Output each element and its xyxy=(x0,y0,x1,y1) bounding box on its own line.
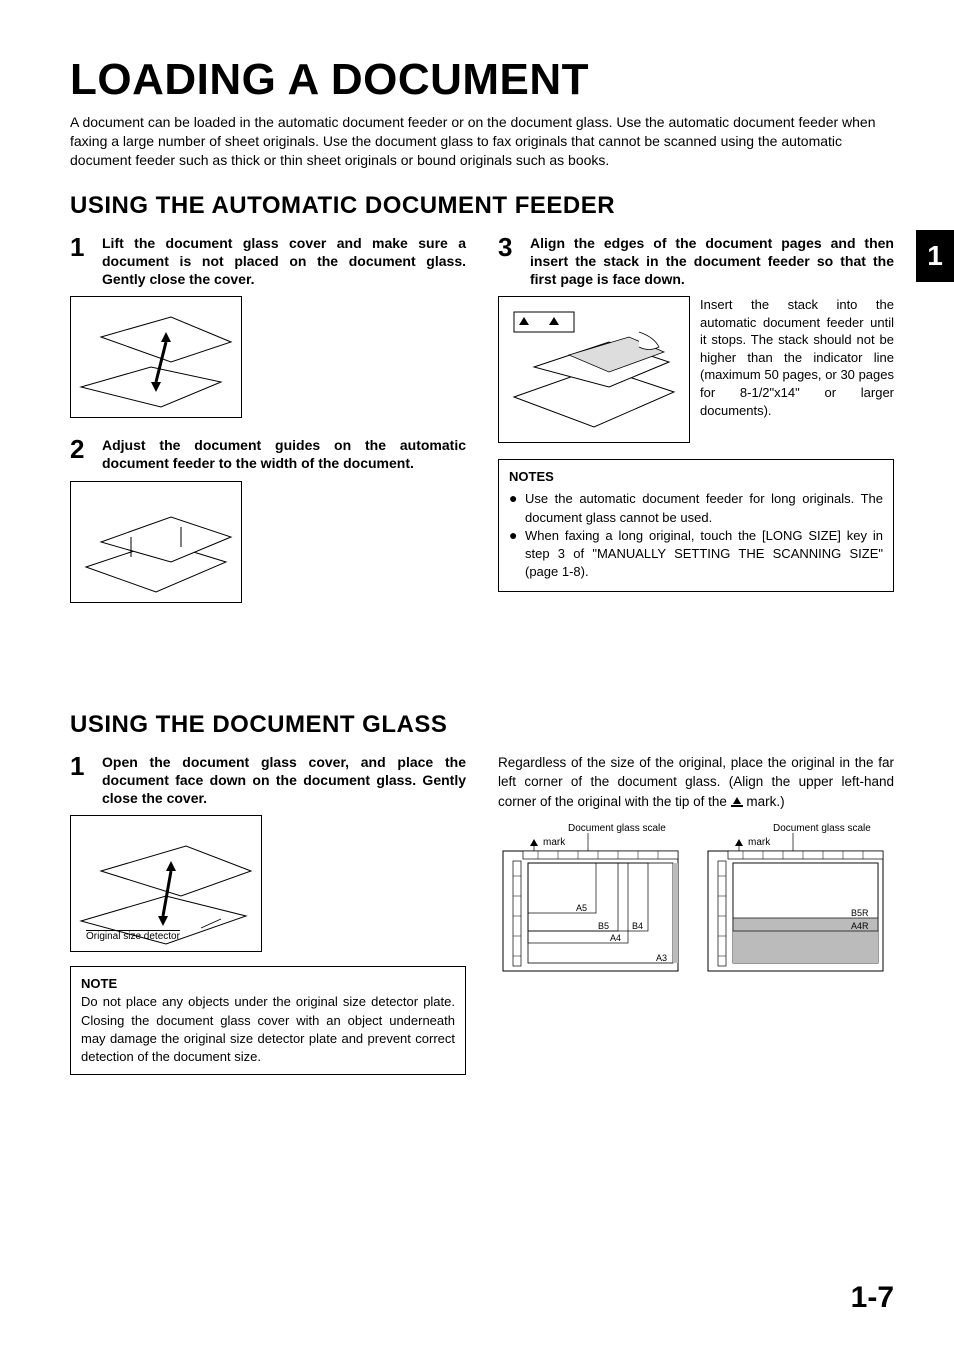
adf-columns: 1 Lift the document glass cover and make… xyxy=(70,234,894,621)
svg-text:Document glass scale: Document glass scale xyxy=(568,823,666,834)
step-number: 1 xyxy=(70,753,92,808)
step-text: Lift the document glass cover and make s… xyxy=(102,234,466,289)
bullet-icon: ● xyxy=(509,490,525,526)
note-body: Do not place any objects under the origi… xyxy=(81,993,455,1066)
svg-text:A5: A5 xyxy=(576,903,587,913)
glass-right-paragraph: Regardless of the size of the original, … xyxy=(498,753,894,812)
glass-columns: 1 Open the document glass cover, and pla… xyxy=(70,753,894,1076)
notes-item-text: Use the automatic document feeder for lo… xyxy=(525,490,883,526)
notes-title: NOTES xyxy=(509,468,883,486)
adf-step-3: 3 Align the edges of the document pages … xyxy=(498,234,894,289)
bullet-icon: ● xyxy=(509,527,525,582)
glass-diagram-left: Document glass scale mark xyxy=(498,821,683,986)
adf-figure-insert xyxy=(498,296,690,443)
svg-text:mark: mark xyxy=(543,837,566,848)
svg-text:Document glass scale: Document glass scale xyxy=(773,823,871,834)
glass-right-text-post: mark.) xyxy=(746,794,784,809)
svg-text:A4: A4 xyxy=(610,933,621,943)
step-number: 3 xyxy=(498,234,520,289)
step-number: 1 xyxy=(70,234,92,289)
notes-item-text: When faxing a long original, touch the [… xyxy=(525,527,883,582)
glass-right-text-pre: Regardless of the size of the original, … xyxy=(498,755,894,809)
adf-figure-open-cover xyxy=(70,296,242,418)
svg-text:B5: B5 xyxy=(598,921,609,931)
svg-text:Original size detector: Original size detector xyxy=(86,931,181,942)
step-number: 2 xyxy=(70,436,92,472)
section-document-glass: USING THE DOCUMENT GLASS 1 Open the docu… xyxy=(70,711,894,1076)
notes-title: NOTE xyxy=(81,975,455,993)
glass-note-box: NOTE Do not place any objects under the … xyxy=(70,966,466,1075)
svg-text:B4: B4 xyxy=(632,921,643,931)
notes-item: ●Use the automatic document feeder for l… xyxy=(509,490,883,526)
svg-text:A4R: A4R xyxy=(851,921,869,931)
corner-mark-icon xyxy=(731,797,743,807)
intro-paragraph: A document can be loaded in the automati… xyxy=(70,113,894,170)
step-text: Adjust the document guides on the automa… xyxy=(102,436,466,472)
adf-right-col: 3 Align the edges of the document pages … xyxy=(498,234,894,621)
glass-diagrams: Document glass scale mark xyxy=(498,821,894,986)
adf-notes-box: NOTES ●Use the automatic document feeder… xyxy=(498,459,894,592)
section-heading-adf: USING THE AUTOMATIC DOCUMENT FEEDER xyxy=(70,192,894,220)
adf-step3-caption: Insert the stack into the automatic docu… xyxy=(700,296,894,443)
notes-item: ●When faxing a long original, touch the … xyxy=(509,527,883,582)
step-text: Align the edges of the document pages an… xyxy=(530,234,894,289)
adf-step-1: 1 Lift the document glass cover and make… xyxy=(70,234,466,289)
page-title: LOADING A DOCUMENT xyxy=(70,55,894,105)
adf-step3-figure-row: Insert the stack into the automatic docu… xyxy=(498,296,894,443)
glass-step-1: 1 Open the document glass cover, and pla… xyxy=(70,753,466,808)
page-content: LOADING A DOCUMENT A document can be loa… xyxy=(0,0,954,1351)
page-number: 1-7 xyxy=(851,1281,894,1315)
adf-left-col: 1 Lift the document glass cover and make… xyxy=(70,234,466,621)
glass-left-col: 1 Open the document glass cover, and pla… xyxy=(70,753,466,1076)
glass-diagram-right: Document glass scale mark xyxy=(703,821,888,986)
adf-figure-guides xyxy=(70,481,242,603)
glass-right-col: Regardless of the size of the original, … xyxy=(498,753,894,1076)
glass-figure: Original size detector xyxy=(70,815,262,952)
svg-text:B5R: B5R xyxy=(851,908,869,918)
section-heading-glass: USING THE DOCUMENT GLASS xyxy=(70,711,894,739)
svg-text:mark: mark xyxy=(748,837,771,848)
step-text: Open the document glass cover, and place… xyxy=(102,753,466,808)
adf-step-2: 2 Adjust the document guides on the auto… xyxy=(70,436,466,472)
svg-text:A3: A3 xyxy=(656,953,667,963)
